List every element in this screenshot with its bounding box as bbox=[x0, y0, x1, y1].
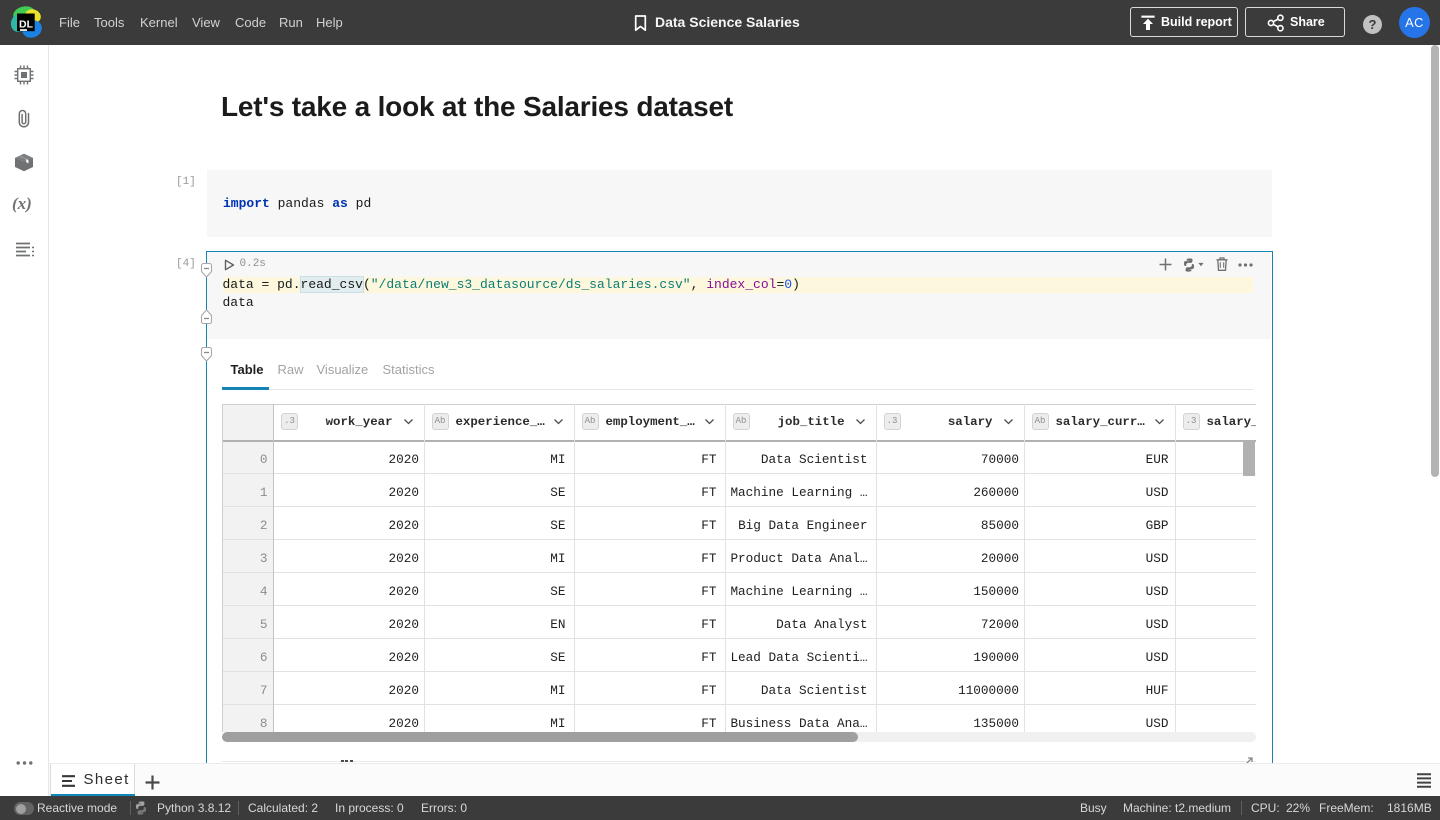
svg-text:DL: DL bbox=[19, 18, 34, 30]
